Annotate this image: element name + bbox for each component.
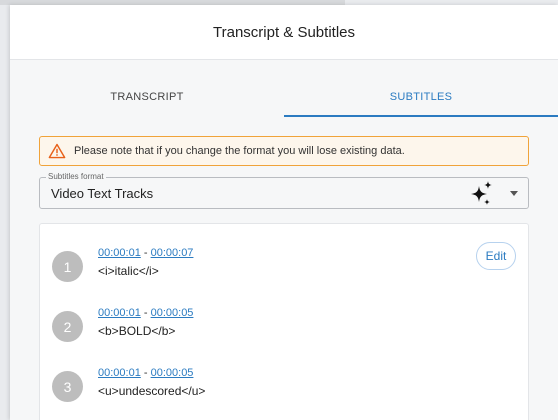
warning-triangle-icon bbox=[48, 143, 66, 159]
subtitles-format-value: Video Text Tracks bbox=[51, 186, 154, 201]
subtitle-time-range: 00:00:01 - 00:00:05 bbox=[98, 307, 193, 319]
subtitle-index-badge: 2 bbox=[52, 311, 83, 342]
end-time-link[interactable]: 00:00:07 bbox=[151, 247, 194, 259]
subtitle-row[interactable]: 2 00:00:01 - 00:00:05 <b>BOLD</b> bbox=[40, 288, 528, 348]
start-time-link[interactable]: 00:00:01 bbox=[98, 247, 141, 259]
time-separator: - bbox=[140, 307, 151, 319]
subtitle-time-range: 00:00:01 - 00:00:05 bbox=[98, 367, 193, 379]
subtitle-text: <u>undescored</u> bbox=[98, 384, 206, 398]
chevron-down-icon[interactable] bbox=[510, 191, 518, 196]
subtitle-list: 1 00:00:01 - 00:00:07 <i>italic</i> Edit… bbox=[39, 223, 529, 420]
start-time-link[interactable]: 00:00:01 bbox=[98, 307, 141, 319]
start-time-link[interactable]: 00:00:01 bbox=[98, 367, 141, 379]
end-time-link[interactable]: 00:00:05 bbox=[151, 307, 194, 319]
subtitles-format-label: Subtitles format bbox=[46, 172, 106, 181]
page-title: Transcript & Subtitles bbox=[213, 23, 355, 41]
subtitles-format-select[interactable]: Subtitles format Video Text Tracks bbox=[39, 172, 529, 209]
end-time-link[interactable]: 00:00:05 bbox=[151, 367, 194, 379]
tab-bar: TRANSCRIPT SUBTITLES bbox=[10, 76, 558, 117]
sparkle-icon bbox=[471, 181, 492, 205]
tab-subtitles[interactable]: SUBTITLES bbox=[284, 76, 558, 117]
subtitle-row[interactable]: 3 00:00:01 - 00:00:05 <u>undescored</u> bbox=[40, 348, 528, 408]
tab-transcript[interactable]: TRANSCRIPT bbox=[10, 76, 284, 117]
time-separator: - bbox=[140, 247, 151, 259]
edit-button[interactable]: Edit bbox=[476, 242, 516, 270]
warning-text: Please note that if you change the forma… bbox=[74, 145, 405, 157]
panel-header: Transcript & Subtitles bbox=[10, 5, 558, 60]
subtitle-index-badge: 3 bbox=[52, 371, 83, 402]
time-separator: - bbox=[140, 367, 151, 379]
subtitle-row[interactable]: 1 00:00:01 - 00:00:07 <i>italic</i> Edit bbox=[40, 228, 528, 288]
subtitle-text: <i>italic</i> bbox=[98, 264, 159, 278]
subtitle-time-range: 00:00:01 - 00:00:07 bbox=[98, 247, 193, 259]
subtitle-text: <b>BOLD</b> bbox=[98, 324, 176, 338]
subtitle-index-badge: 1 bbox=[52, 251, 83, 282]
transcript-subtitles-panel: Transcript & Subtitles TRANSCRIPT SUBTIT… bbox=[10, 5, 558, 420]
format-warning-banner: Please note that if you change the forma… bbox=[39, 136, 529, 166]
